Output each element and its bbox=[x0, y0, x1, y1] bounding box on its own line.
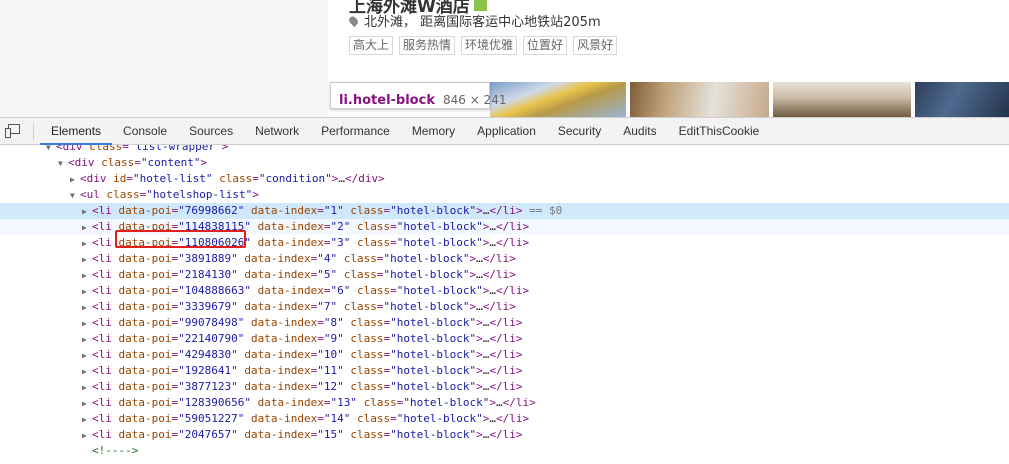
dom-node-comment[interactable]: <!----> bbox=[0, 443, 1009, 459]
tab-elements[interactable]: Elements bbox=[40, 118, 113, 145]
tab-sources[interactable]: Sources bbox=[178, 118, 244, 145]
devtools-panel: Elements Console Sources Network Perform… bbox=[0, 117, 1009, 463]
tab-application[interactable]: Application bbox=[466, 118, 547, 145]
hotel-address: 北外滩， 距离国际客运中心地铁站205m bbox=[347, 11, 601, 30]
device-toolbar-icon[interactable] bbox=[5, 124, 21, 138]
tooltip-selector: li.hotel-block bbox=[339, 93, 435, 108]
web-page-viewport: 上海外滩W酒店 北外滩， 距离国际客运中心地铁站205m 高大上 服务热情 环境… bbox=[0, 0, 1009, 117]
hotel-tag: 高大上 bbox=[349, 36, 394, 55]
tab-security[interactable]: Security bbox=[547, 118, 612, 145]
expand-triangle-icon[interactable]: ▶ bbox=[82, 268, 92, 284]
expand-triangle-icon[interactable]: ▶ bbox=[82, 316, 92, 332]
dom-node-hotel-block[interactable]: ▶ <li data-poi="3891889" data-index="4" c… bbox=[0, 251, 1009, 267]
expand-triangle-icon[interactable]: ▶ bbox=[82, 412, 92, 428]
dom-node-hotel-block[interactable]: ▶ <li data-poi="22140790" data-index="9" … bbox=[0, 331, 1009, 347]
hotel-tag: 位置好 bbox=[523, 36, 568, 55]
dom-node-hotel-block[interactable]: ▶ <li data-poi="3339679" data-index="7" c… bbox=[0, 299, 1009, 315]
expand-triangle-icon[interactable]: ▶ bbox=[82, 380, 92, 396]
hotel-photo-strip bbox=[490, 82, 1009, 117]
inspector-tooltip: li.hotel-block 846 × 241 bbox=[330, 82, 506, 109]
hotel-tags: 高大上 服务热情 环境优雅 位置好 风景好 bbox=[349, 36, 618, 55]
expand-triangle-icon[interactable]: ▶ bbox=[82, 428, 92, 444]
hotel-address-text: 北外滩， 距离国际客运中心地铁站205m bbox=[364, 15, 601, 30]
dom-node-hotel-list[interactable]: ▶ <div id="hotel-list" class="condition">… bbox=[0, 171, 1009, 187]
hotel-photo[interactable] bbox=[773, 82, 911, 117]
expand-triangle-icon[interactable]: ▶ bbox=[82, 204, 92, 220]
page-left-panel bbox=[0, 0, 328, 117]
tooltip-size: 846 × 241 bbox=[442, 93, 507, 107]
hotel-badge-icon bbox=[473, 0, 487, 11]
dom-node-hotel-block[interactable]: ▶ <li data-poi="59051227" data-index="14"… bbox=[0, 411, 1009, 427]
dom-node-hotel-block[interactable]: ▶ <li data-poi="99078498" data-index="8" … bbox=[0, 315, 1009, 331]
tab-audits[interactable]: Audits bbox=[612, 118, 667, 145]
dom-node-hotel-block[interactable]: ▶ <li data-poi="2184130" data-index="5" c… bbox=[0, 267, 1009, 283]
dom-node-content[interactable]: ▼ <div class="content"> bbox=[0, 155, 1009, 171]
elements-tree: ▼ <div class="list-wrapper"> ▼ <div class=… bbox=[0, 145, 1009, 464]
hotel-photo[interactable] bbox=[915, 82, 1009, 117]
dom-node-hotel-block[interactable]: ▶ <li data-poi="128390656" data-index="13… bbox=[0, 395, 1009, 411]
hotel-tag: 服务热情 bbox=[399, 36, 456, 55]
tab-memory[interactable]: Memory bbox=[401, 118, 466, 145]
dom-node-hotel-block[interactable]: ▶ <li data-poi="104888663" data-index="6"… bbox=[0, 283, 1009, 299]
expand-triangle-icon[interactable]: ▶ bbox=[82, 236, 92, 252]
expand-triangle-icon[interactable]: ▶ bbox=[82, 284, 92, 300]
dom-node-hotelshop-list[interactable]: ▼ <ul class="hotelshop-list"> bbox=[0, 187, 1009, 203]
tab-editthiscookie[interactable]: EditThisCookie bbox=[668, 118, 771, 145]
expand-triangle-icon[interactable]: ▶ bbox=[82, 300, 92, 316]
dom-node-hotel-block[interactable]: ▶ <li data-poi="3877123" data-index="12" … bbox=[0, 379, 1009, 395]
collapse-triangle-icon[interactable]: ▼ bbox=[70, 188, 80, 204]
hotel-photo[interactable] bbox=[490, 82, 626, 117]
hotel-tag: 环境优雅 bbox=[461, 36, 518, 55]
hotel-tag: 风景好 bbox=[573, 36, 618, 55]
expand-triangle-icon[interactable]: ▶ bbox=[82, 332, 92, 348]
collapse-triangle-icon[interactable]: ▼ bbox=[58, 156, 68, 172]
selected-node-marker: == $0 bbox=[522, 204, 563, 217]
expand-triangle-icon[interactable]: ▶ bbox=[82, 348, 92, 364]
dom-node-hotel-block[interactable]: ▶ <li data-poi="2047657" data-index="15" … bbox=[0, 427, 1009, 443]
data-poi-highlight-box bbox=[115, 230, 246, 248]
expand-triangle-icon[interactable]: ▶ bbox=[82, 252, 92, 268]
expand-triangle-icon[interactable]: ▶ bbox=[70, 172, 80, 188]
tab-network[interactable]: Network bbox=[244, 118, 310, 145]
dom-node-hotel-block-selected[interactable]: ▶ <li data-poi="76998662" data-index="1" … bbox=[0, 203, 1009, 219]
expand-triangle-icon[interactable]: ▶ bbox=[82, 220, 92, 236]
hotel-photo[interactable] bbox=[630, 82, 769, 117]
dom-node-list-wrapper[interactable]: ▼ <div class="list-wrapper"> bbox=[0, 145, 1009, 155]
expand-triangle-icon[interactable]: ▶ bbox=[82, 396, 92, 412]
dom-node-hotel-block[interactable]: ▶ <li data-poi="1928641" data-index="11" … bbox=[0, 363, 1009, 379]
tab-console[interactable]: Console bbox=[112, 118, 178, 145]
location-pin-icon bbox=[347, 15, 360, 27]
device-phone-shape bbox=[5, 128, 11, 138]
tab-performance[interactable]: Performance bbox=[310, 118, 401, 145]
devtools-tabs: Elements Console Sources Network Perform… bbox=[40, 118, 770, 145]
expand-triangle-icon[interactable]: ▶ bbox=[82, 364, 92, 380]
devtools-tabbar: Elements Console Sources Network Perform… bbox=[0, 118, 1009, 145]
tab-separator bbox=[33, 123, 34, 140]
dom-node-hotel-block[interactable]: ▶ <li data-poi="4294830" data-index="10" … bbox=[0, 347, 1009, 363]
